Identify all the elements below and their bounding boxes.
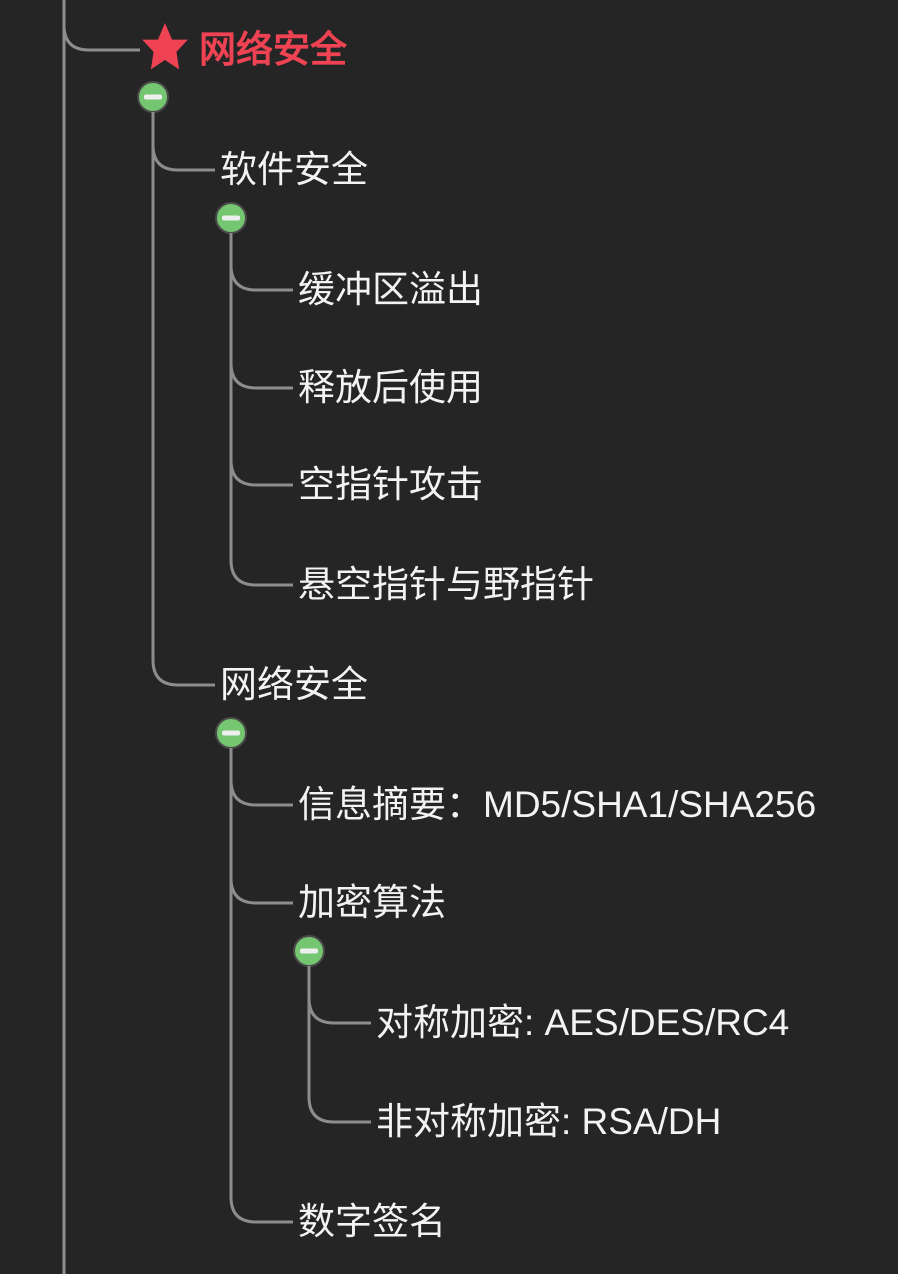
node-sym-enc-label[interactable]: 对称加密: AES/DES/RC4 [376,1002,789,1043]
connector-netsec-c1 [231,748,293,903]
node-asym-enc-label[interactable]: 非对称加密: RSA/DH [376,1101,721,1142]
connector-root-child1 [153,112,215,685]
connector-encalgo-c0 [309,966,371,1023]
connector-netsec-c2 [231,748,293,1222]
node-buf-overflow-label[interactable]: 缓冲区溢出 [298,269,483,310]
node-use-after-free-label[interactable]: 释放后使用 [298,367,483,408]
connector-root-child0 [153,112,215,170]
node-net-sec-label[interactable]: 网络安全 [220,664,368,705]
connector-netsec-c0 [231,748,293,805]
connector-softsec-c2 [231,233,293,485]
node-root-label[interactable]: 网络安全 [199,28,348,70]
connector-softsec-c0 [231,233,293,290]
collapse-toggle-net-sec[interactable] [216,718,246,748]
connector-softsec-c1 [231,233,293,388]
connector-to-root [64,0,140,50]
connector-encalgo-c1 [309,966,371,1122]
node-enc-algo-label[interactable]: 加密算法 [298,882,446,923]
node-dangling-ptr-label[interactable]: 悬空指针与野指针 [298,564,594,605]
node-digital-sig-label[interactable]: 数字签名 [298,1201,446,1242]
collapse-toggle-soft-sec[interactable] [216,203,246,233]
star-icon [142,23,188,69]
node-soft-sec-label[interactable]: 软件安全 [220,149,368,190]
collapse-toggle-enc-algo[interactable] [294,936,324,966]
node-null-ptr-label[interactable]: 空指针攻击 [298,464,483,505]
node-digest-label[interactable]: 信息摘要：MD5/SHA1/SHA256 [298,784,816,825]
collapse-toggle-root[interactable] [138,82,168,112]
